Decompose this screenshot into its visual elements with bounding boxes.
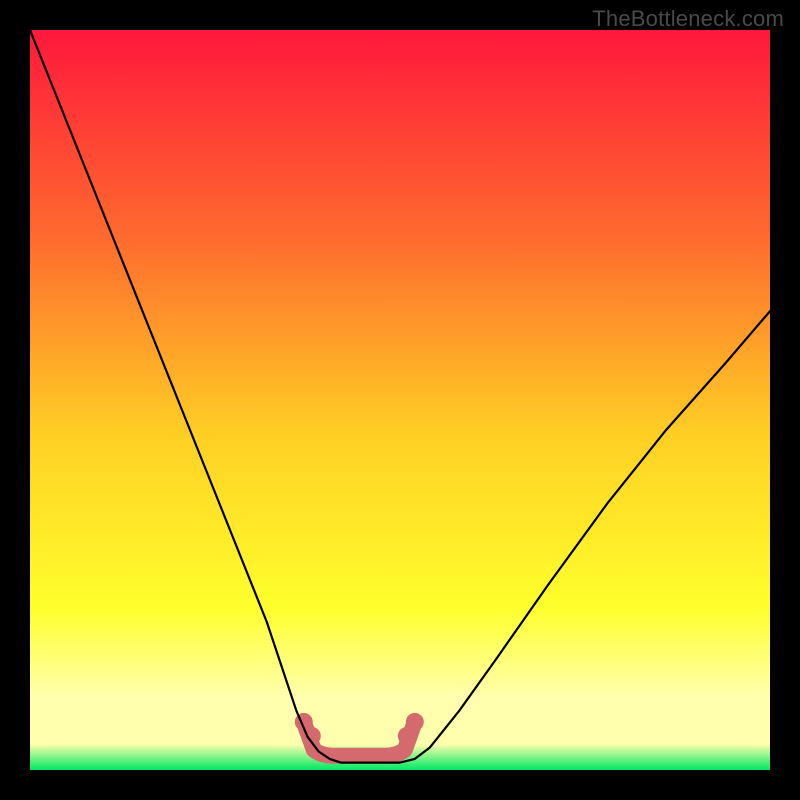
chart-svg [30, 30, 770, 770]
outer-frame: TheBottleneck.com [0, 0, 800, 800]
sweet-spot-knob [398, 727, 416, 745]
watermark-text: TheBottleneck.com [592, 6, 784, 32]
gradient-background [30, 30, 770, 770]
chart-plot-area [30, 30, 770, 770]
